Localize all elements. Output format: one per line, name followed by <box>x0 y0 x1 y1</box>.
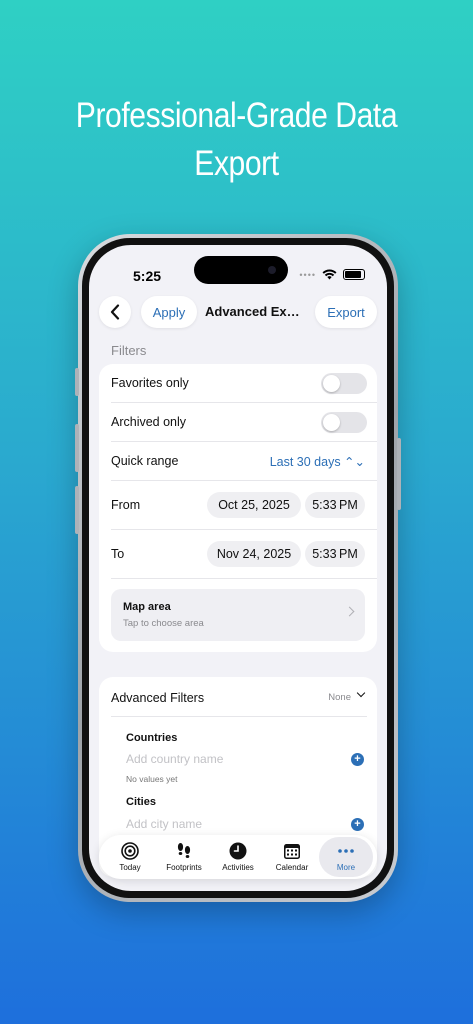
tab-today[interactable]: Today <box>103 837 157 877</box>
wifi-icon <box>322 269 337 280</box>
tab-calendar[interactable]: Calendar <box>265 837 319 877</box>
from-label: From <box>111 498 141 512</box>
from-date-picker[interactable]: Oct 25, 2025 <box>207 492 301 518</box>
to-date-picker[interactable]: Nov 24, 2025 <box>207 541 301 567</box>
archived-toggle[interactable] <box>321 412 367 433</box>
quick-range-row: Quick range Last 30 days ⌃⌄ <box>111 442 377 481</box>
filters-card: Favorites only Archived only Quick range… <box>99 364 377 652</box>
countries-title: Countries <box>126 732 178 744</box>
to-row: To Nov 24, 2025 5:33 PM <box>111 530 377 579</box>
tab-activities[interactable]: Activities <box>211 837 265 877</box>
chevron-down-icon[interactable] <box>356 688 366 698</box>
phone-screen: 5:25 •••• Apply Advanced Exp... Export F… <box>89 245 387 891</box>
city-name-input[interactable]: Add city name <box>126 817 202 831</box>
status-bar: 5:25 •••• <box>89 245 387 289</box>
tab-more[interactable]: More <box>319 837 373 877</box>
toggle-knob <box>323 375 340 392</box>
map-area-title: Map area <box>123 601 171 613</box>
tab-label: More <box>336 863 356 872</box>
add-country-icon[interactable]: + <box>351 753 364 766</box>
to-label: To <box>111 547 125 561</box>
cities-title: Cities <box>126 796 156 808</box>
countries-empty-note: No values yet <box>126 774 178 784</box>
mute-switch <box>75 368 79 396</box>
filters-section-header: Filters <box>111 343 147 358</box>
phone-bezel: 5:25 •••• Apply Advanced Exp... Export F… <box>82 238 394 898</box>
target-icon <box>121 842 139 860</box>
favorites-row: Favorites only <box>111 364 377 403</box>
chevron-left-icon <box>110 304 120 320</box>
apply-button[interactable]: Apply <box>141 296 197 328</box>
camera-dot <box>268 266 276 274</box>
advanced-filters-title: Advanced Filters <box>111 691 205 705</box>
add-city-icon[interactable]: + <box>351 818 364 831</box>
export-button[interactable]: Export <box>315 296 377 328</box>
favorites-toggle[interactable] <box>321 373 367 394</box>
calendar-icon <box>283 842 301 860</box>
map-area-subtitle: Tap to choose area <box>123 618 204 629</box>
chevron-right-icon <box>344 606 355 617</box>
power-button <box>397 438 401 510</box>
country-name-input[interactable]: Add country name <box>126 752 223 766</box>
tab-label: Calendar <box>275 863 309 872</box>
phone-frame: 5:25 •••• Apply Advanced Exp... Export F… <box>75 234 401 902</box>
more-dots-icon <box>337 842 355 860</box>
headline-line-2: Export <box>194 144 279 183</box>
map-area-button[interactable]: Map area Tap to choose area <box>111 589 365 641</box>
navigation-bar: Apply Advanced Exp... Export <box>99 296 377 328</box>
quick-range-label: Quick range <box>111 454 179 468</box>
archived-row: Archived only <box>111 403 377 442</box>
page-title: Advanced Exp... <box>205 304 305 319</box>
tab-label: Activities <box>222 863 254 872</box>
archived-label: Archived only <box>111 415 187 429</box>
toggle-knob <box>323 414 340 431</box>
clock-icon <box>229 842 247 860</box>
tab-bar: Today Footprints Activities Calendar Mor… <box>99 835 377 879</box>
battery-icon <box>343 269 365 280</box>
volume-up-button <box>75 424 79 472</box>
from-time-picker[interactable]: 5:33 PM <box>305 492 365 518</box>
advanced-filters-state[interactable]: None <box>328 692 351 703</box>
from-row: From Oct 25, 2025 5:33 PM <box>111 481 377 530</box>
to-time-picker[interactable]: 5:33 PM <box>305 541 365 567</box>
signal-dots-icon: •••• <box>299 269 316 280</box>
status-icons: •••• <box>299 269 365 280</box>
headline-line-1: Professional-Grade Data <box>75 96 398 135</box>
tab-label: Today <box>119 863 141 872</box>
back-button[interactable] <box>99 296 131 328</box>
footprints-icon <box>175 842 193 860</box>
quick-range-picker[interactable]: Last 30 days ⌃⌄ <box>270 454 365 469</box>
tab-footprints[interactable]: Footprints <box>157 837 211 877</box>
dynamic-island <box>194 256 288 284</box>
status-time: 5:25 <box>133 268 162 284</box>
divider <box>111 716 367 717</box>
headline: Professional-Grade Data Export <box>33 92 440 188</box>
volume-down-button <box>75 486 79 534</box>
favorites-label: Favorites only <box>111 376 189 390</box>
tab-label: Footprints <box>166 863 202 872</box>
